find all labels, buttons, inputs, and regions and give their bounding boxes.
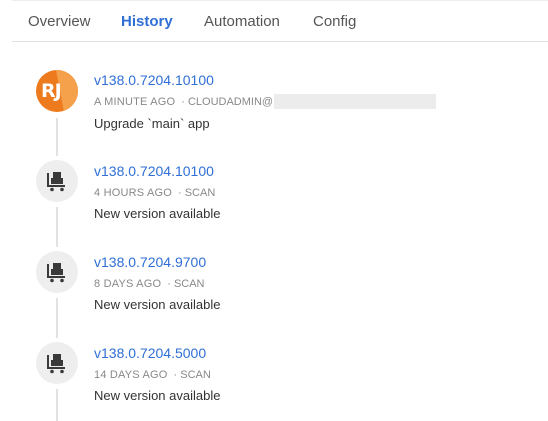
entry-source: · SCAN bbox=[178, 187, 216, 199]
entry-time: 4 HOURS AGO bbox=[94, 187, 172, 199]
version-link[interactable]: v138.0.7204.5000 bbox=[94, 345, 206, 361]
entry-meta: 8 DAYS AGO · SCAN bbox=[94, 278, 205, 290]
user-avatar: RJ bbox=[36, 70, 78, 112]
entry-description: New version available bbox=[94, 206, 221, 221]
version-link[interactable]: v138.0.7204.9700 bbox=[94, 254, 206, 270]
entry-source: · SCAN bbox=[167, 278, 205, 290]
version-link[interactable]: v138.0.7204.10100 bbox=[94, 163, 214, 179]
entry-meta: 4 HOURS AGO · SCAN bbox=[94, 187, 215, 199]
entry-source: · CLOUDADMIN@ bbox=[181, 96, 274, 108]
avatar-initials: RJ bbox=[41, 80, 62, 102]
entry-time: 14 DAYS AGO bbox=[94, 369, 168, 381]
scan-cart-icon bbox=[47, 354, 65, 374]
entry-meta: 14 DAYS AGO · SCAN bbox=[94, 369, 211, 381]
entry-time: A MINUTE AGO bbox=[94, 96, 176, 108]
entry-source: · SCAN bbox=[173, 369, 211, 381]
timeline-connector bbox=[56, 118, 58, 156]
entry-description: New version available bbox=[94, 297, 221, 312]
scan-avatar bbox=[36, 160, 78, 202]
entry-description: Upgrade `main` app bbox=[94, 116, 210, 131]
timeline-connector bbox=[56, 298, 58, 338]
scan-cart-icon bbox=[47, 263, 65, 283]
timeline-connector bbox=[56, 389, 58, 421]
redacted-email bbox=[274, 94, 436, 109]
scan-cart-icon bbox=[47, 172, 65, 192]
scan-avatar bbox=[36, 342, 78, 384]
entry-description: New version available bbox=[94, 388, 221, 403]
scan-avatar bbox=[36, 251, 78, 293]
entry-meta: A MINUTE AGO · CLOUDADMIN@ bbox=[94, 96, 273, 108]
history-timeline: RJ v138.0.7204.10100 A MINUTE AGO · CLOUD… bbox=[0, 0, 548, 421]
version-link[interactable]: v138.0.7204.10100 bbox=[94, 72, 214, 88]
entry-time: 8 DAYS AGO bbox=[94, 278, 162, 290]
timeline-connector bbox=[56, 207, 58, 247]
